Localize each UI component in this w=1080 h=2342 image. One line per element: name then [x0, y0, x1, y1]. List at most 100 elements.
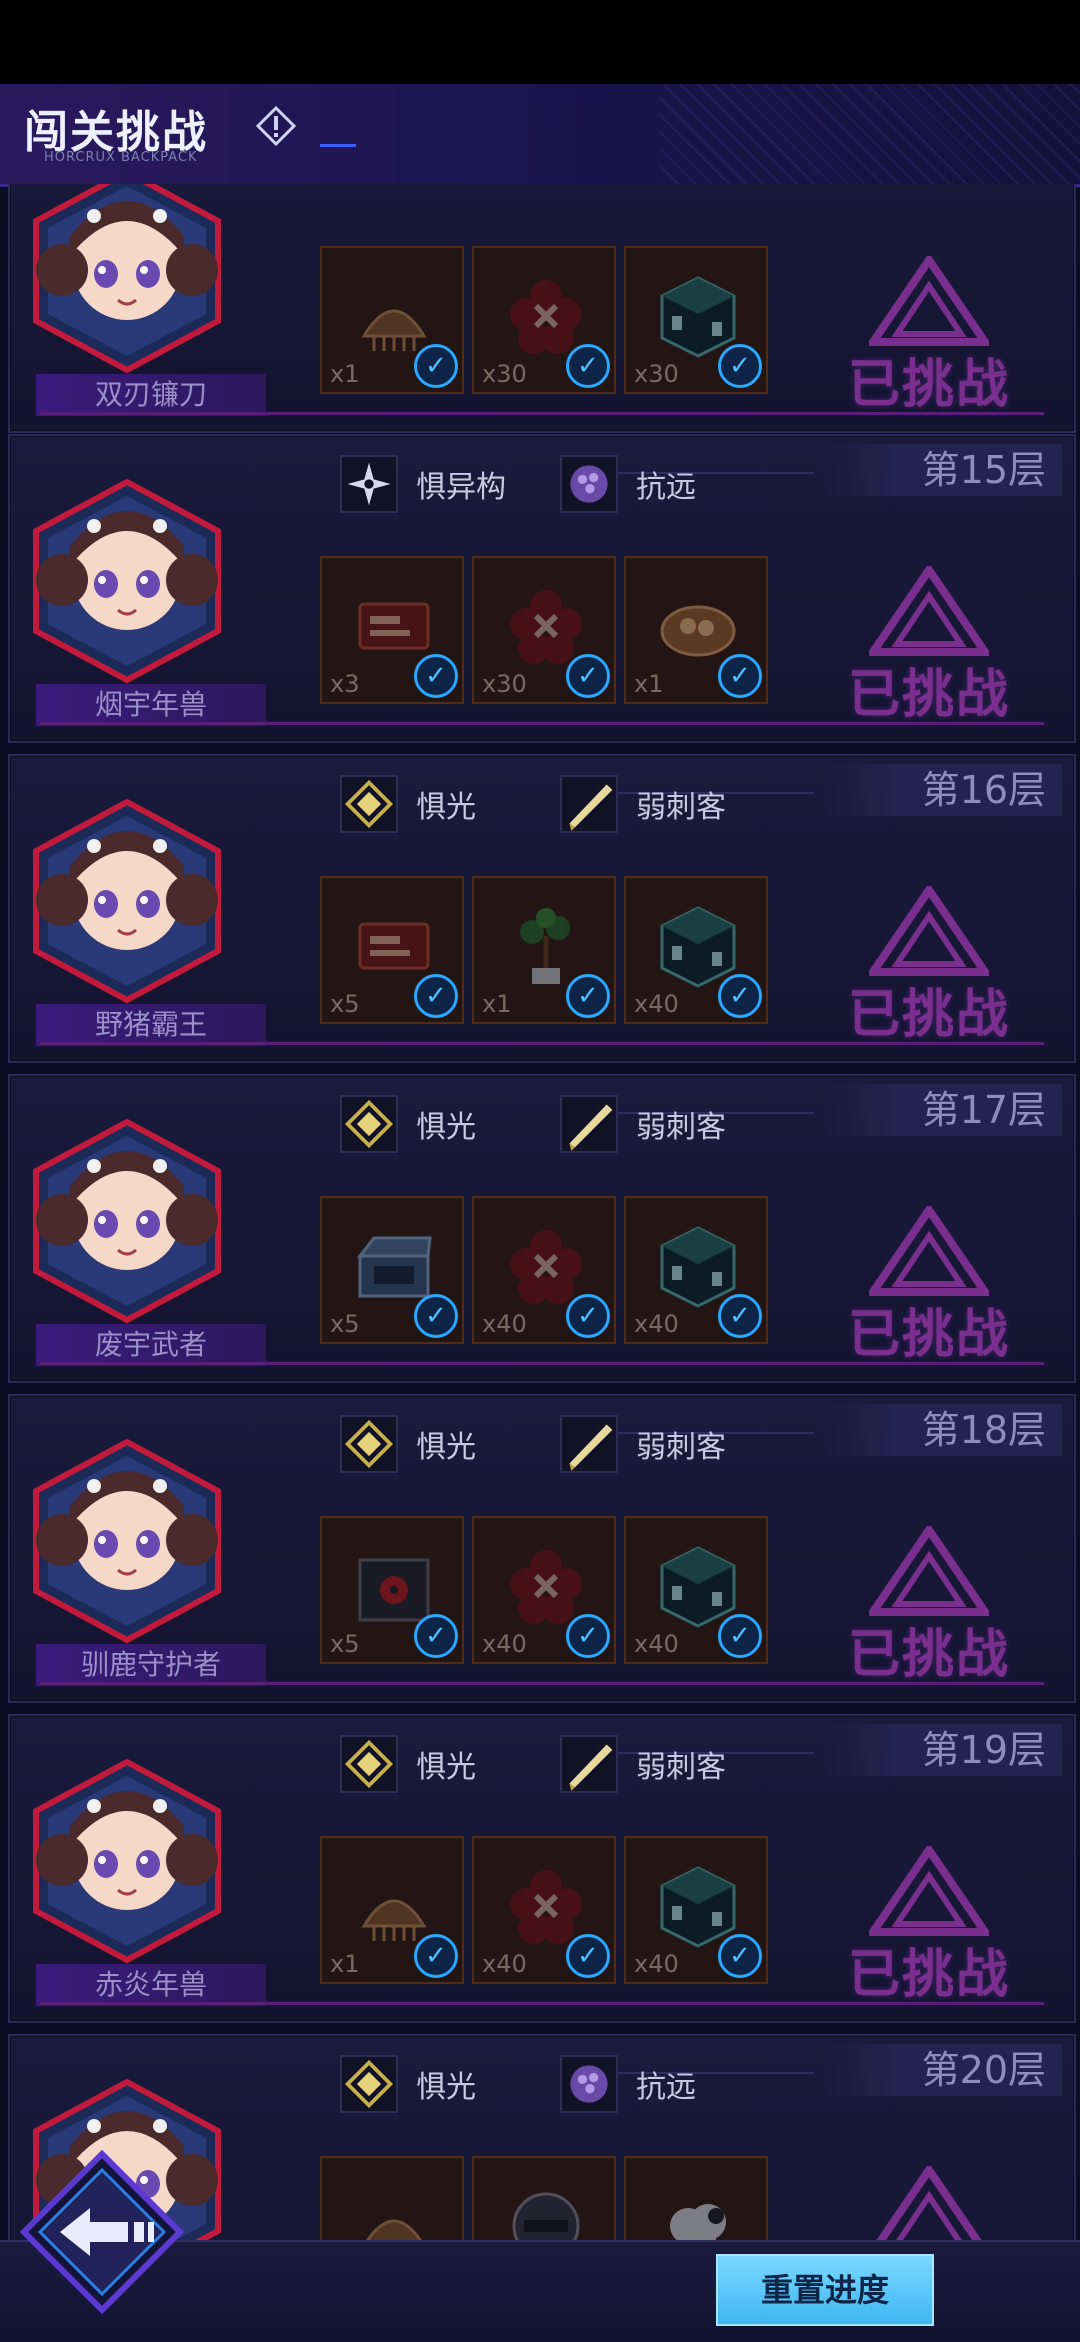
purple-orb-icon: [560, 2055, 618, 2113]
diamond-light-icon: [340, 1735, 398, 1793]
stage-row[interactable]: 第19层 赤炎年兽 惧光 弱刺客 x1 ✓ x40 ✓ x40 ✓ 已挑战: [8, 1714, 1076, 2023]
reward-quantity: x1: [330, 1950, 360, 1978]
blade-icon: [560, 1095, 618, 1153]
challenged-stamp: 已挑战: [839, 1842, 1019, 2006]
page-subtitle: HORCRUX BACKPACK: [44, 150, 198, 165]
enemy-avatar: [33, 478, 221, 684]
floor-label: 第16层: [822, 764, 1062, 816]
reward-item[interactable]: x1 ✓: [472, 876, 616, 1024]
stage-modifier: 惧光: [340, 1734, 476, 1794]
reward-item[interactable]: x5 ✓: [320, 2156, 464, 2240]
reward-item[interactable]: x40 ✓: [624, 1196, 768, 1344]
stage-row[interactable]: 第16层 野猪霸王 惧光 弱刺客 x5 ✓ x1 ✓ x40 ✓ 已挑战: [8, 754, 1076, 1063]
stage-row[interactable]: 双刃镰刀 x1 ✓ x30 ✓ x30 ✓ 已挑战: [8, 184, 1076, 433]
reward-item[interactable]: x1 ✓: [320, 246, 464, 394]
checkmark-icon: ✓: [718, 1614, 762, 1658]
enemy-name: 烟宇年兽: [36, 684, 266, 726]
stage-modifier: 抗远: [560, 2054, 696, 2114]
modifier-label: 惧光: [416, 1110, 476, 1145]
claimed-overlay: [322, 2158, 462, 2240]
blade-icon: [560, 1735, 618, 1793]
reward-item[interactable]: x40 ✓: [472, 1196, 616, 1344]
reset-progress-button[interactable]: 重置进度: [716, 2254, 934, 2326]
reward-item[interactable]: x40 ✓: [472, 1836, 616, 1984]
reward-item[interactable]: x5 ✓: [320, 876, 464, 1024]
checkmark-icon: ✓: [414, 1614, 458, 1658]
enemy-name: 驯鹿守护者: [36, 1644, 266, 1686]
enemy-avatar: [33, 184, 221, 374]
reward-item[interactable]: x5 ✓: [320, 1196, 464, 1344]
reward-list: x5 ✓ x40 ✓ x40 ✓: [320, 1196, 768, 1344]
stage-row[interactable]: 第15层 烟宇年兽 惧异构 抗远 x3 ✓ x30 ✓ x1 ✓ 已挑战: [8, 434, 1076, 743]
reward-item[interactable]: x40 ✓: [624, 1836, 768, 1984]
stage-row[interactable]: 第17层 废宇武者 惧光 弱刺客 x5 ✓ x40 ✓ x40 ✓ 已挑战: [8, 1074, 1076, 1383]
reward-item[interactable]: x40 ✓: [624, 1516, 768, 1664]
reward-item[interactable]: x3 ✓: [320, 556, 464, 704]
modifier-label: 抗远: [636, 2070, 696, 2105]
reward-quantity: x40: [482, 1630, 527, 1658]
reward-quantity: x5: [330, 1310, 360, 1338]
blade-icon: [560, 1415, 618, 1473]
stage-modifier: 抗远: [560, 454, 696, 514]
reward-item[interactable]: x1 ✓: [472, 2156, 616, 2240]
reward-quantity: x1: [330, 360, 360, 388]
reward-item[interactable]: x1 ✓: [320, 1836, 464, 1984]
reward-quantity: x40: [634, 1630, 679, 1658]
reward-item[interactable]: x30 ✓: [472, 556, 616, 704]
challenged-label: 已挑战: [847, 355, 1010, 415]
stage-modifier: 惧光: [340, 2054, 476, 2114]
reward-item[interactable]: x40 ✓: [624, 876, 768, 1024]
enemy-name: 赤炎年兽: [36, 1964, 266, 2006]
reward-list: x3 ✓ x30 ✓ x1 ✓: [320, 556, 768, 704]
reward-item[interactable]: x1 ✓: [624, 556, 768, 704]
floor-label: 第17层: [822, 1084, 1062, 1136]
stage-list[interactable]: 双刃镰刀 x1 ✓ x30 ✓ x30 ✓ 已挑战 第15层 烟宇年兽 惧异构 …: [0, 184, 1080, 2240]
checkmark-icon: ✓: [718, 654, 762, 698]
reward-quantity: x40: [634, 1950, 679, 1978]
diamond-light-icon: [340, 1095, 398, 1153]
checkmark-icon: ✓: [414, 1934, 458, 1978]
stage-modifier: 弱刺客: [560, 1414, 726, 1474]
diamond-light-icon: [340, 1415, 398, 1473]
checkmark-icon: ✓: [414, 1294, 458, 1338]
reward-quantity: x30: [634, 360, 679, 388]
reward-item[interactable]: x1 ✓: [624, 2156, 768, 2240]
challenged-stamp: 已挑战: [839, 1202, 1019, 1366]
back-button[interactable]: [18, 2148, 186, 2316]
challenged-label: 已挑战: [847, 1945, 1010, 2005]
enemy-avatar: [33, 1758, 221, 1964]
checkmark-icon: ✓: [718, 1934, 762, 1978]
diamond-light-icon: [340, 2055, 398, 2113]
checkmark-icon: ✓: [566, 344, 610, 388]
reward-item[interactable]: x5 ✓: [320, 1516, 464, 1664]
stage-row[interactable]: 第18层 驯鹿守护者 惧光 弱刺客 x5 ✓ x40 ✓ x40 ✓ 已挑战: [8, 1394, 1076, 1703]
triangle-emblem-icon: [865, 1842, 993, 1936]
checkmark-icon: ✓: [566, 1934, 610, 1978]
reward-quantity: x1: [482, 990, 512, 1018]
triangle-emblem-icon: [865, 1202, 993, 1296]
challenged-stamp: 已挑战: [839, 2162, 1019, 2240]
checkmark-icon: ✓: [718, 1294, 762, 1338]
triangle-emblem-icon: [865, 562, 993, 656]
modifier-label: 惧光: [416, 1750, 476, 1785]
floor-label: 第15层: [822, 444, 1062, 496]
checkmark-icon: ✓: [566, 974, 610, 1018]
reward-item[interactable]: x30 ✓: [472, 246, 616, 394]
triangle-emblem-icon: [865, 1522, 993, 1616]
stage-modifier: 弱刺客: [560, 1094, 726, 1154]
modifier-label: 抗远: [636, 470, 696, 505]
reward-item[interactable]: x40 ✓: [472, 1516, 616, 1664]
enemy-name: 废宇武者: [36, 1324, 266, 1366]
reward-list: x5 ✓ x40 ✓ x40 ✓: [320, 1516, 768, 1664]
reward-quantity: x5: [330, 990, 360, 1018]
triangle-emblem-icon: [876, 2162, 982, 2240]
reward-list: x5 ✓ x1 ✓ x1 ✓: [320, 2156, 768, 2240]
reward-item[interactable]: x30 ✓: [624, 246, 768, 394]
modifier-label: 弱刺客: [636, 1110, 726, 1145]
enemy-name: 双刃镰刀: [36, 374, 266, 416]
floor-label: 第19层: [822, 1724, 1062, 1776]
enemy-name: 野猪霸王: [36, 1004, 266, 1046]
triangle-emblem-icon: [865, 252, 993, 346]
challenged-stamp: 已挑战: [839, 252, 1019, 416]
stage-modifier: 弱刺客: [560, 1734, 726, 1794]
